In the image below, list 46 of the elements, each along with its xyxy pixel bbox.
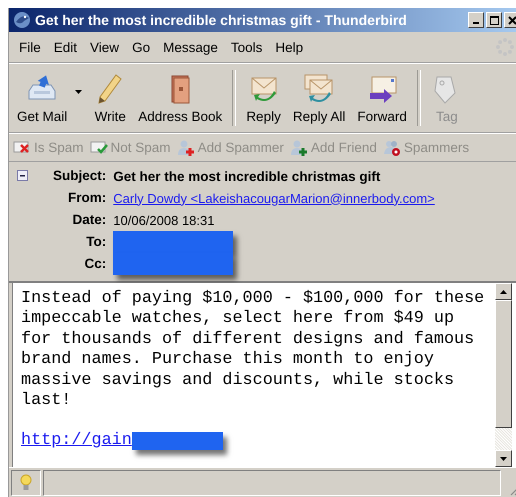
minimize-button[interactable] bbox=[468, 12, 484, 28]
scroll-up-button[interactable] bbox=[495, 283, 512, 300]
scrollbar[interactable] bbox=[495, 283, 512, 467]
window-title: Get her the most incredible christmas gift - Thunderbird bbox=[35, 12, 407, 28]
scroll-down-button[interactable] bbox=[495, 450, 512, 467]
subject-text: Get her the most incredible christmas gift bbox=[113, 168, 380, 184]
menu-item[interactable]: Go bbox=[127, 40, 158, 54]
message-link[interactable]: http://gain bbox=[21, 431, 132, 452]
reply-all-button[interactable]: Reply All bbox=[286, 64, 352, 132]
menu-item[interactable]: Message bbox=[158, 40, 226, 54]
close-icon bbox=[508, 16, 516, 24]
person-plus-icon bbox=[290, 138, 308, 156]
up-arrow-icon bbox=[500, 290, 507, 294]
address-book-button[interactable]: Address Book bbox=[132, 64, 228, 132]
scroll-thumb[interactable] bbox=[495, 300, 512, 428]
people-icon bbox=[382, 138, 401, 156]
caret-icon bbox=[75, 90, 82, 94]
menu-item[interactable]: Help bbox=[270, 40, 312, 54]
down-arrow-icon bbox=[500, 456, 507, 460]
field-label: Date: bbox=[72, 211, 106, 229]
field-label: To: bbox=[86, 233, 106, 251]
person-plus-icon bbox=[176, 138, 195, 156]
bird-icon bbox=[13, 11, 31, 29]
reply-button[interactable]: Reply bbox=[240, 64, 287, 132]
get-mail-button[interactable]: Get Mail bbox=[11, 64, 74, 132]
minus-icon bbox=[17, 170, 28, 181]
field-label: Subject: bbox=[53, 167, 106, 185]
menu-item[interactable]: Edit bbox=[48, 40, 86, 54]
lightbulb-icon bbox=[20, 474, 32, 492]
write-button[interactable]: Write bbox=[88, 64, 132, 132]
field-label: From: bbox=[68, 189, 106, 207]
collapse-toggle[interactable] bbox=[17, 170, 28, 181]
envelope-check-icon bbox=[90, 138, 108, 156]
menu-item[interactable]: File bbox=[14, 40, 49, 54]
menu-item[interactable]: View bbox=[85, 40, 128, 54]
maximize-icon bbox=[490, 16, 498, 24]
date-text: 10/06/2008 18:31 bbox=[113, 212, 214, 228]
message-text: Instead of paying $10,000 - $100,000 for these impeccable watches, select here from $49 up for thousands of different designs and famous brand names. Purchase this month to enjoy massive savings and discounts, while stocks last! bbox=[21, 289, 486, 412]
forward-button[interactable]: Forward bbox=[351, 64, 413, 132]
minimize-icon bbox=[473, 22, 479, 24]
sender-link[interactable]: Carly Dowdy <LakeishacougarMarion@innerbody.com> bbox=[113, 190, 435, 206]
maximize-button[interactable] bbox=[486, 12, 502, 28]
menu-item[interactable]: Tools bbox=[226, 40, 270, 54]
field-label: Cc: bbox=[84, 255, 106, 273]
close-button[interactable] bbox=[504, 12, 516, 28]
envelopes-reply-icon bbox=[303, 72, 336, 104]
